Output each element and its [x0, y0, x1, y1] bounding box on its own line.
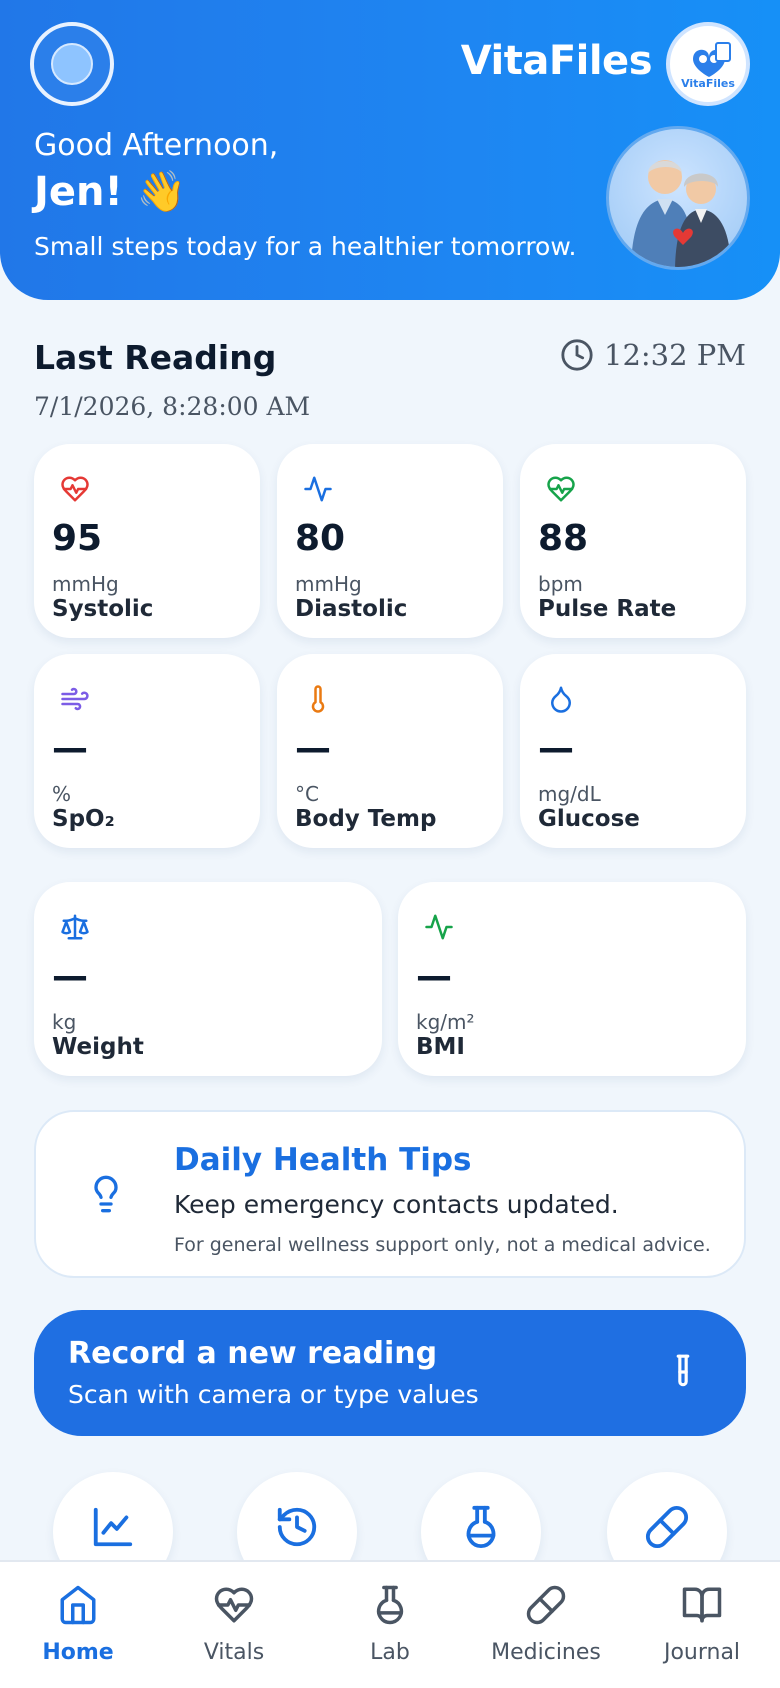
vital-value: — — [52, 956, 88, 997]
couple-avatar — [606, 126, 750, 270]
nav-item-lab[interactable]: Lab — [312, 1562, 468, 1688]
vital-unit: kg/m² — [416, 1010, 475, 1034]
vital-card-body-temp[interactable]: — °C Body Temp — [277, 654, 503, 848]
activity-icon — [304, 476, 332, 502]
vital-label: SpO₂ — [52, 806, 115, 832]
record-new-reading-button[interactable]: Record a new reading Scan with camera or… — [34, 1310, 746, 1436]
vital-label: Body Temp — [295, 806, 437, 832]
vital-label: Weight — [52, 1034, 144, 1060]
vital-value: 88 — [538, 518, 589, 559]
heart-pulse-icon — [61, 476, 89, 502]
brand-logo-text: VitaFiles — [681, 76, 735, 90]
vital-label: Diastolic — [295, 596, 408, 622]
droplet-icon — [551, 686, 571, 713]
vital-unit: mmHg — [52, 572, 119, 596]
vital-unit: bpm — [538, 572, 583, 596]
vital-value: — — [52, 728, 88, 769]
vital-card-glucose[interactable]: — mg/dL Glucose — [520, 654, 746, 848]
bottom-nav: Home Vitals Lab Medicines Journal — [0, 1560, 780, 1688]
flask-icon — [376, 1585, 404, 1625]
lightbulb-icon — [94, 1175, 118, 1213]
flask-icon — [466, 1505, 496, 1549]
test-tube-icon — [676, 1354, 690, 1387]
vital-value: 95 — [52, 518, 103, 559]
pill-icon — [645, 1505, 689, 1549]
nav-item-home[interactable]: Home — [0, 1562, 156, 1688]
activity-icon — [425, 914, 453, 940]
nav-label: Medicines — [491, 1640, 601, 1665]
last-reading-date: 7/1/2026, 8:28:00 AM — [34, 392, 311, 421]
clock-icon — [561, 339, 593, 371]
family-heart-icon — [693, 41, 731, 77]
elderly-couple-illustration — [631, 160, 731, 267]
nav-item-medicines[interactable]: Medicines — [468, 1562, 624, 1688]
vital-value: 80 — [295, 518, 346, 559]
vital-label: Systolic — [52, 596, 154, 622]
book-icon — [682, 1587, 722, 1623]
vital-value: — — [416, 956, 452, 997]
vital-card-systolic[interactable]: 95 mmHg Systolic — [34, 444, 260, 638]
scale-icon — [61, 914, 89, 940]
user-name: Jen! 👋 — [34, 169, 187, 215]
vital-unit: mg/dL — [538, 782, 601, 806]
brand-logo[interactable]: VitaFiles — [666, 22, 750, 106]
heart-pulse-icon — [547, 476, 575, 502]
vital-card-diastolic[interactable]: 80 mmHg Diastolic — [277, 444, 503, 638]
menu-button[interactable] — [30, 22, 114, 106]
tips-text: Keep emergency contacts updated. — [174, 1190, 619, 1219]
thermometer-icon — [311, 685, 325, 713]
nav-label: Journal — [663, 1640, 741, 1665]
vital-unit: °C — [295, 782, 319, 806]
header-banner: VitaFiles VitaFiles Good Afternoon, Jen!… — [0, 0, 780, 300]
vital-value: — — [538, 728, 574, 769]
time-label: 12:32 PM — [604, 338, 746, 372]
wind-icon — [61, 687, 89, 711]
home-icon — [60, 1585, 96, 1625]
vital-unit: mmHg — [295, 572, 362, 596]
nav-item-journal[interactable]: Journal — [624, 1562, 780, 1688]
nav-label: Vitals — [203, 1640, 265, 1665]
record-title: Record a new reading — [68, 1336, 438, 1371]
vital-label: Pulse Rate — [538, 596, 677, 622]
chart-icon — [93, 1507, 133, 1547]
tips-title: Daily Health Tips — [174, 1142, 472, 1178]
nav-item-vitals[interactable]: Vitals — [156, 1562, 312, 1688]
greeting: Good Afternoon, — [34, 128, 279, 163]
vital-unit: % — [52, 782, 72, 806]
menu-dot-icon — [51, 43, 93, 85]
vital-card-spo2[interactable]: — % SpO₂ — [34, 654, 260, 848]
tips-disclaimer: For general wellness support only, not a… — [174, 1234, 711, 1256]
tagline: Small steps today for a healthier tomorr… — [34, 232, 577, 261]
vital-label: BMI — [416, 1034, 465, 1060]
daily-health-tips-card[interactable]: Daily Health Tips Keep emergency contact… — [34, 1110, 746, 1278]
nav-label: Home — [42, 1640, 114, 1665]
vital-card-pulse-rate[interactable]: 88 bpm Pulse Rate — [520, 444, 746, 638]
last-reading-title: Last Reading — [34, 338, 277, 377]
vital-unit: kg — [52, 1010, 77, 1034]
current-time: 12:32 PM — [560, 338, 746, 372]
history-icon — [277, 1507, 317, 1547]
vital-card-weight[interactable]: — kg Weight — [34, 882, 382, 1076]
vital-label: Glucose — [538, 806, 640, 832]
pill-icon — [526, 1585, 566, 1625]
record-subtitle: Scan with camera or type values — [68, 1380, 479, 1409]
heart-pulse-icon — [214, 1587, 254, 1623]
nav-label: Lab — [370, 1640, 410, 1665]
vital-card-bmi[interactable]: — kg/m² BMI — [398, 882, 746, 1076]
brand-title: VitaFiles — [460, 38, 653, 84]
vital-value: — — [295, 728, 331, 769]
